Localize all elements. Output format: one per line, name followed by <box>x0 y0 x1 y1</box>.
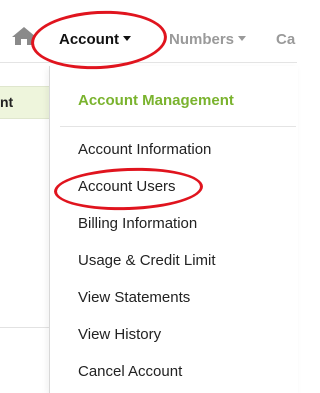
dropdown-divider <box>60 126 296 127</box>
chevron-down-icon <box>238 35 247 41</box>
left-panel-header-text: nt <box>0 94 14 110</box>
nav-numbers[interactable]: Numbers <box>169 31 247 48</box>
menu-item-billing-information[interactable]: Billing Information <box>78 215 197 232</box>
menu-item-account-users[interactable]: Account Users <box>78 178 176 195</box>
menu-item-view-statements[interactable]: View Statements <box>78 289 190 306</box>
nav-account-label: Account <box>59 31 119 48</box>
menu-item-usage-credit-limit[interactable]: Usage & Credit Limit <box>78 252 216 269</box>
menu-item-view-history[interactable]: View History <box>78 326 161 343</box>
nav-ca-label: Ca <box>276 31 296 48</box>
menu-item-account-information[interactable]: Account Information <box>78 141 211 158</box>
left-panel-divider <box>0 327 49 328</box>
account-dropdown-menu: Account Management Account Information A… <box>49 66 298 393</box>
nav-ca[interactable]: Ca <box>276 31 295 48</box>
top-navbar: Account Numbers Ca <box>0 0 297 63</box>
dropdown-header: Account Management <box>78 92 234 109</box>
home-icon[interactable] <box>11 26 37 46</box>
menu-item-cancel-account[interactable]: Cancel Account <box>78 363 182 380</box>
chevron-down-icon <box>123 35 131 41</box>
nav-account[interactable]: Account <box>59 31 131 48</box>
nav-numbers-label: Numbers <box>169 31 235 48</box>
